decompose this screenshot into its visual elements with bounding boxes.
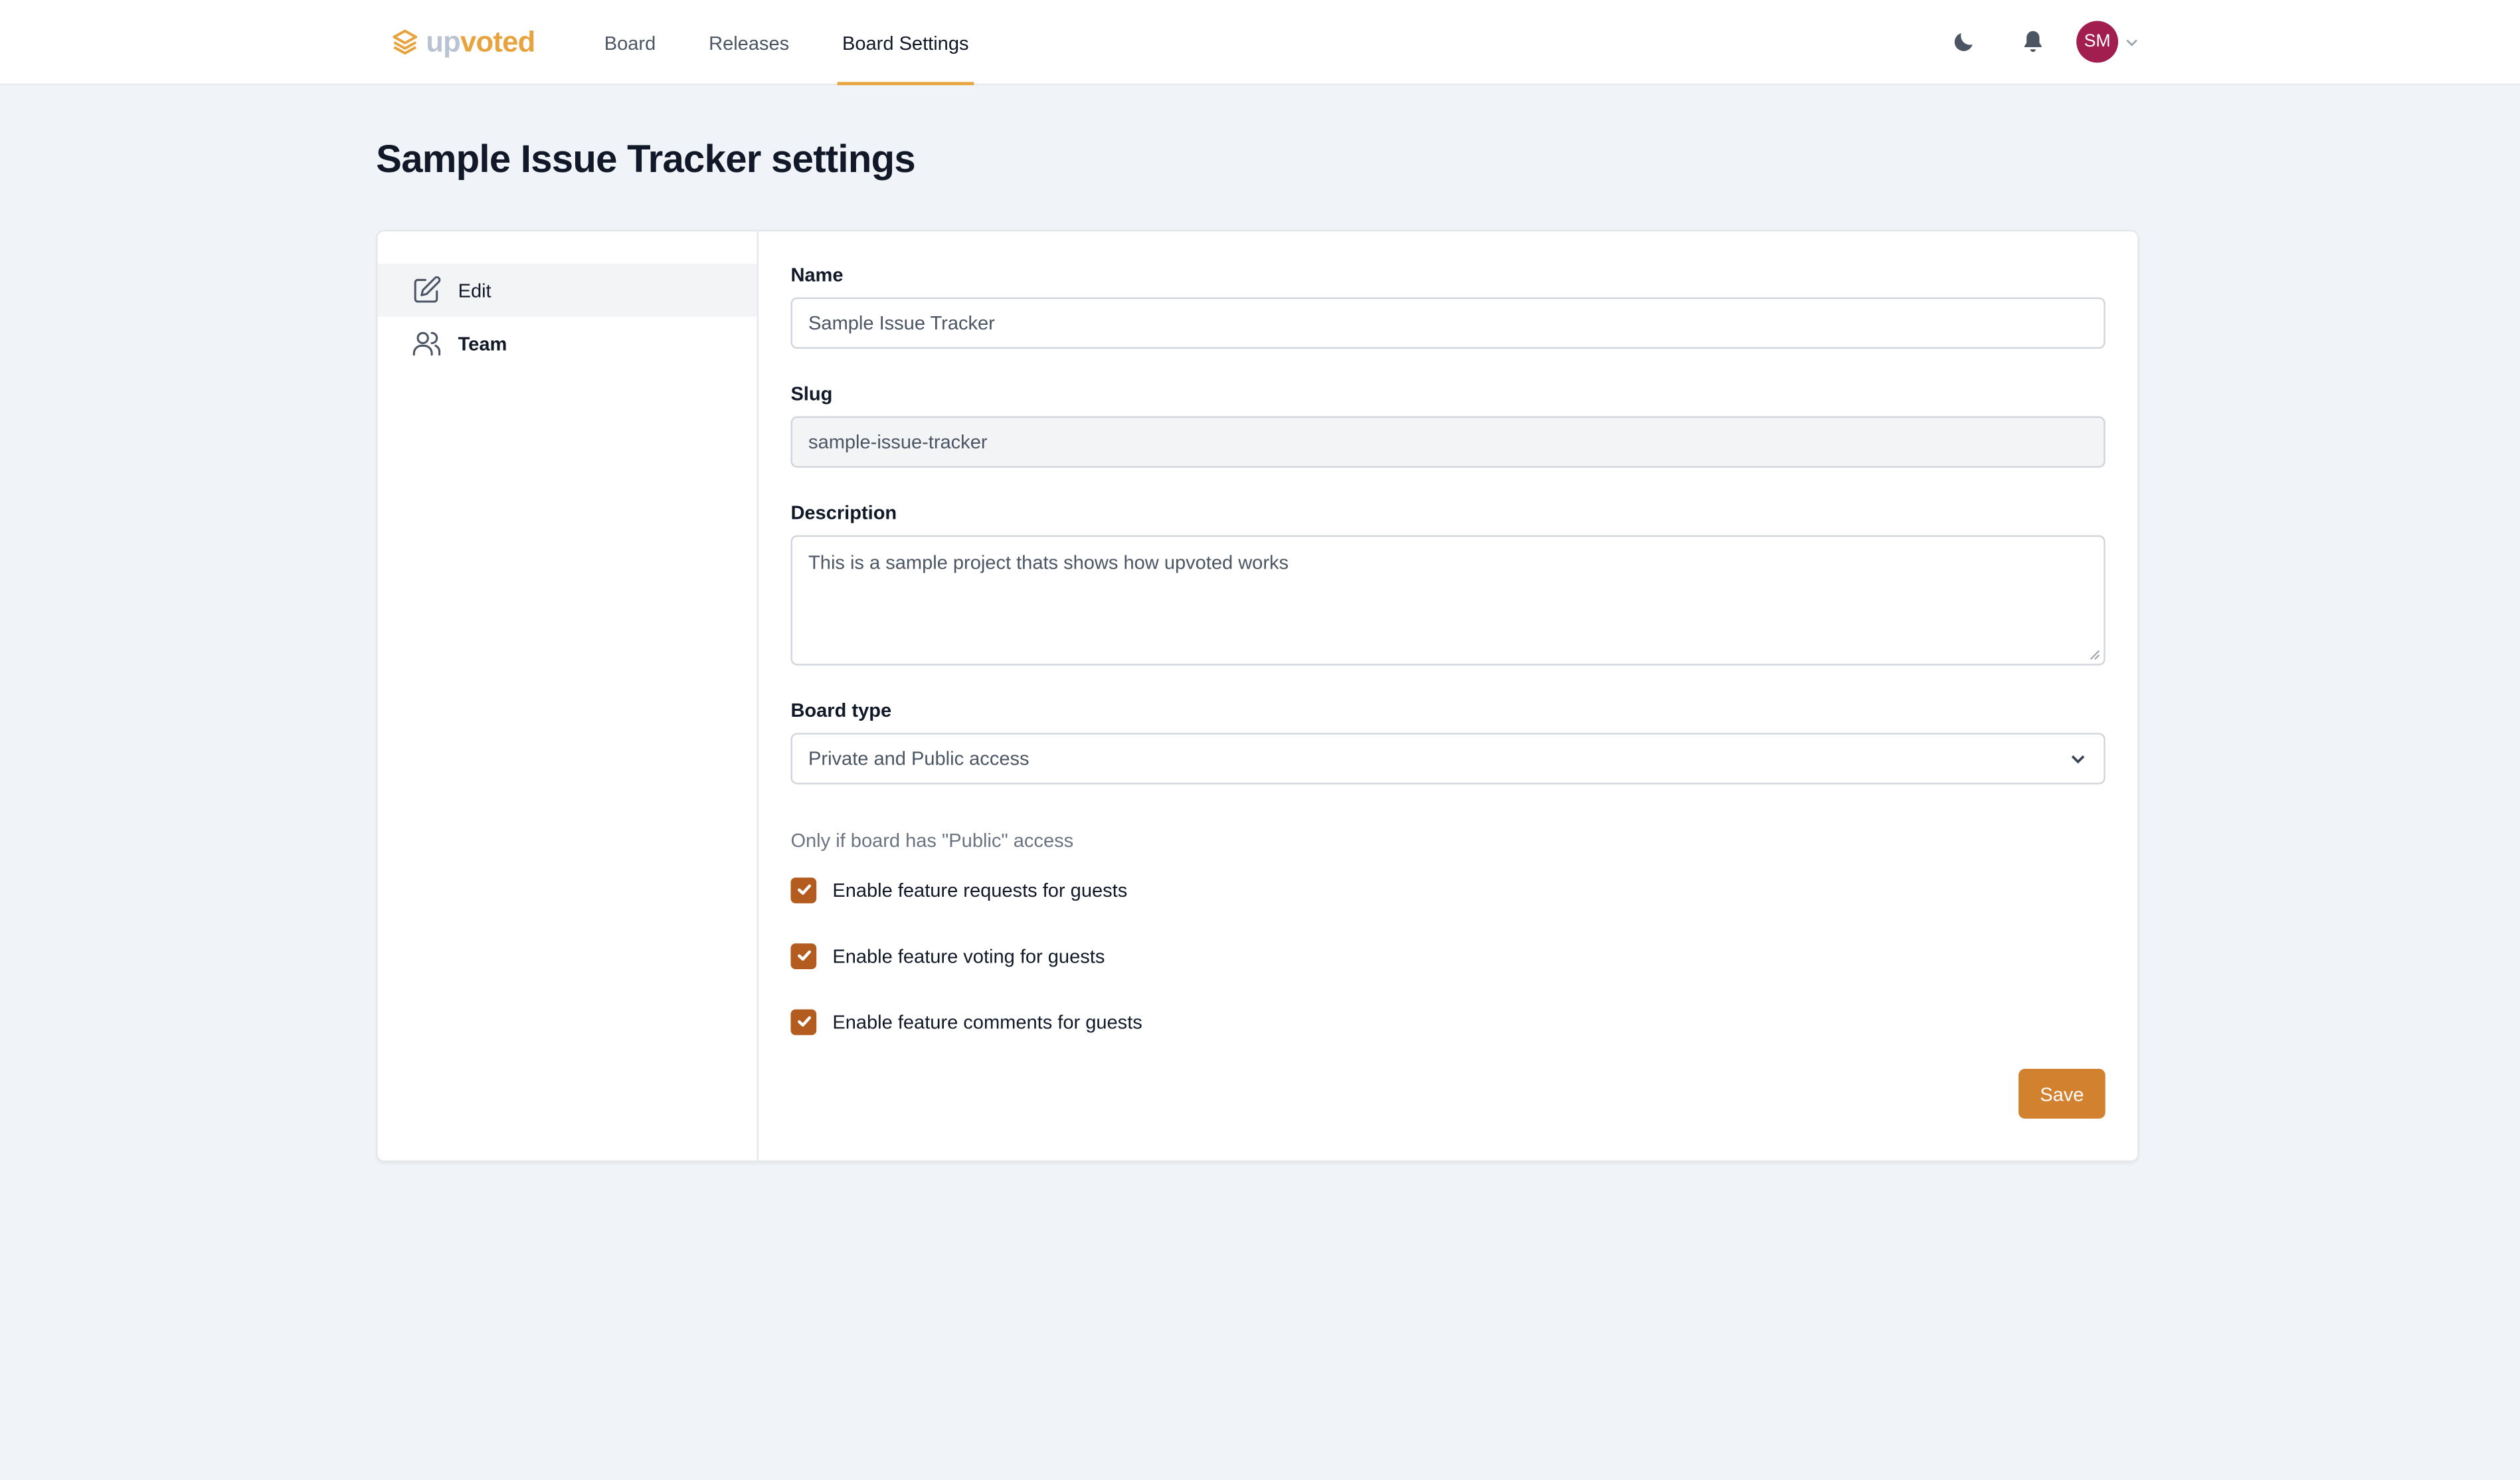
avatar-menu-toggle[interactable] bbox=[2125, 34, 2141, 50]
settings-sidebar: Edit Team bbox=[377, 231, 759, 1160]
chevron-down-icon bbox=[2126, 39, 2137, 46]
slug-input: sample-issue-tracker bbox=[790, 416, 2106, 468]
top-navigation-bar: upvoted Board Releases Board Settings SM bbox=[0, 0, 2520, 86]
board-type-group: Board type Private and Public access bbox=[790, 699, 2106, 785]
board-type-value: Private and Public access bbox=[808, 747, 1030, 770]
theme-toggle-button[interactable] bbox=[1943, 21, 1985, 62]
nav-board[interactable]: Board bbox=[604, 0, 656, 85]
brand-name-up: up bbox=[426, 25, 460, 57]
user-avatar[interactable]: SM bbox=[2076, 21, 2119, 63]
nav-board-settings[interactable]: Board Settings bbox=[837, 0, 974, 86]
sidebar-item-label: Team bbox=[458, 331, 507, 355]
guest-comments-checkbox-row[interactable]: Enable feature comments for guests bbox=[790, 1008, 2105, 1035]
guest-requests-checkbox[interactable] bbox=[790, 876, 817, 903]
check-icon bbox=[796, 1016, 810, 1027]
stack-logo-icon bbox=[393, 29, 418, 55]
board-type-label: Board type bbox=[790, 699, 892, 722]
name-group: Name Sample Issue Tracker bbox=[790, 263, 2106, 349]
guest-voting-label: Enable feature voting for guests bbox=[832, 944, 1105, 967]
upvoted-logo[interactable]: upvoted bbox=[391, 24, 535, 59]
board-settings-form: Name Sample Issue Tracker Slug sample-is… bbox=[759, 231, 2137, 1160]
main-nav: Board Releases Board Settings bbox=[604, 0, 1022, 86]
board-type-select[interactable]: Private and Public access bbox=[790, 733, 2106, 785]
name-label: Name bbox=[790, 263, 844, 286]
notifications-button[interactable] bbox=[2012, 21, 2054, 62]
guest-voting-checkbox[interactable] bbox=[790, 943, 817, 969]
sidebar-item-edit[interactable]: Edit bbox=[377, 263, 757, 317]
nav-releases[interactable]: Releases bbox=[709, 0, 789, 85]
slug-group: Slug sample-issue-tracker bbox=[790, 382, 2106, 468]
edit-icon bbox=[414, 276, 441, 303]
guest-comments-checkbox[interactable] bbox=[790, 1008, 817, 1035]
description-group: Description This is a sample project tha… bbox=[790, 501, 2106, 666]
name-input[interactable]: Sample Issue Tracker bbox=[790, 297, 2106, 349]
chevron-down-icon bbox=[2071, 755, 2085, 764]
settings-card: Edit Team Name Sample Issue Tracker Slug… bbox=[376, 230, 2139, 1162]
guest-requests-checkbox-row[interactable]: Enable feature requests for guests bbox=[790, 876, 2105, 903]
brand-name: upvoted bbox=[426, 25, 535, 59]
public-access-hint: Only if board has "Public" access bbox=[790, 829, 1074, 852]
check-icon bbox=[796, 950, 810, 961]
users-icon bbox=[412, 331, 441, 356]
resize-grip-icon[interactable] bbox=[2089, 650, 2100, 661]
guest-comments-label: Enable feature comments for guests bbox=[832, 1010, 1142, 1033]
save-button[interactable]: Save bbox=[2019, 1069, 2106, 1119]
description-textarea[interactable]: This is a sample project thats shows how… bbox=[790, 535, 2106, 666]
brand-name-voted: voted bbox=[460, 25, 535, 57]
sidebar-item-team[interactable]: Team bbox=[378, 317, 757, 370]
check-icon bbox=[796, 884, 810, 895]
description-text: This is a sample project thats shows how… bbox=[808, 551, 1289, 574]
bell-icon bbox=[2024, 31, 2042, 52]
guest-voting-checkbox-row[interactable]: Enable feature voting for guests bbox=[790, 942, 2105, 969]
page-title: Sample Issue Tracker settings bbox=[376, 138, 915, 182]
description-label: Description bbox=[790, 501, 897, 524]
guest-requests-label: Enable feature requests for guests bbox=[832, 878, 1128, 901]
slug-label: Slug bbox=[790, 382, 833, 405]
sidebar-item-label: Edit bbox=[458, 278, 492, 302]
moon-icon bbox=[1954, 33, 1973, 51]
topbar-actions: SM bbox=[1916, 21, 2141, 63]
